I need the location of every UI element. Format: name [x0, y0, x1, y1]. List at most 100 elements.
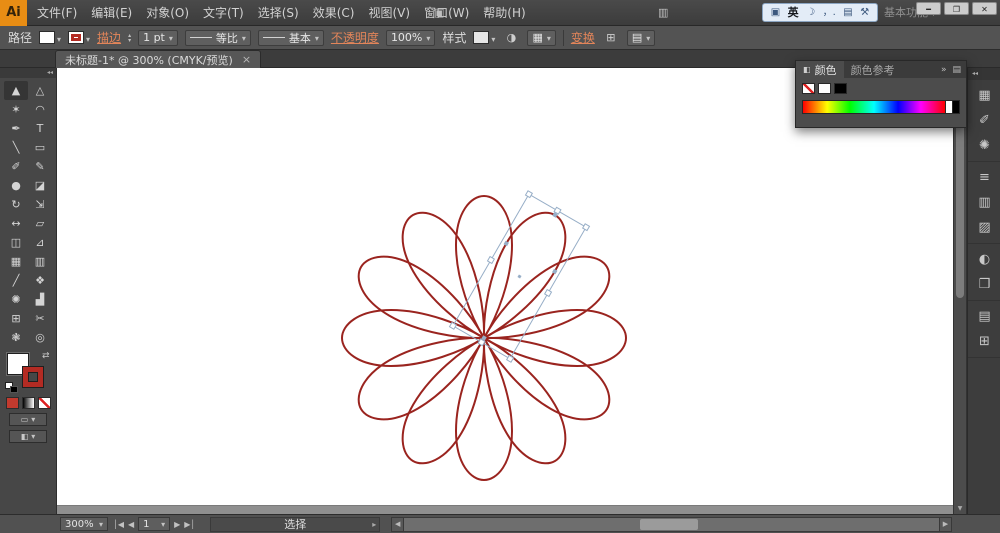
- menu-item-7[interactable]: 视图(V): [361, 0, 417, 26]
- artboards-panel-icon[interactable]: ⊞: [968, 329, 1000, 354]
- slice-tool[interactable]: ✂: [28, 309, 52, 328]
- horizontal-scrollbar[interactable]: ◀ ▶: [391, 516, 952, 532]
- rotate-tool[interactable]: ↻: [4, 195, 28, 214]
- next-artboard-button[interactable]: ▶: [174, 520, 180, 529]
- fill-color-picker[interactable]: [39, 31, 61, 45]
- stroke-weight-select[interactable]: 1 pt: [138, 29, 178, 46]
- previous-artboard-button[interactable]: ◀: [128, 520, 134, 529]
- ime-language-mode[interactable]: 英: [788, 4, 799, 21]
- stroke-swatch[interactable]: [68, 31, 85, 44]
- minimize-button[interactable]: ━: [916, 2, 941, 15]
- symbols-panel-icon[interactable]: ✺: [968, 133, 1000, 158]
- zoom-tool[interactable]: ◎: [28, 328, 52, 347]
- selection-handle[interactable]: [524, 190, 534, 199]
- hand-tool[interactable]: ❃: [4, 328, 28, 347]
- artboard-tool[interactable]: ⊞: [4, 309, 28, 328]
- opacity-panel-link[interactable]: 不透明度: [331, 29, 379, 46]
- magic-wand-tool[interactable]: ✶: [4, 100, 28, 119]
- align-objects-icon[interactable]: ⊞: [602, 30, 620, 46]
- panel-collapse-icon[interactable]: »: [941, 65, 947, 75]
- appearance-panel-icon[interactable]: ◐: [968, 247, 1000, 272]
- paintbrush-tool[interactable]: ✐: [4, 157, 28, 176]
- symbol-sprayer-tool[interactable]: ✺: [4, 290, 28, 309]
- menu-item-8[interactable]: 窗口(W): [417, 0, 476, 26]
- scroll-right-icon[interactable]: ▶: [939, 516, 952, 532]
- none-swatch[interactable]: [802, 83, 815, 94]
- scale-tool[interactable]: ⇲: [28, 195, 52, 214]
- rectangle-tool[interactable]: ▭: [28, 138, 52, 157]
- drawing-modes-button[interactable]: ▭: [9, 413, 47, 426]
- close-button[interactable]: ✕: [972, 2, 997, 15]
- document-tab[interactable]: 未标题-1* @ 300% (CMYK/预览) ×: [55, 50, 262, 68]
- ime-settings-icon[interactable]: ⚒: [860, 4, 869, 21]
- scroll-down-icon[interactable]: ▼: [954, 502, 966, 514]
- graphic-styles-panel-icon[interactable]: ❒: [968, 272, 1000, 297]
- selection-handle[interactable]: [486, 255, 496, 265]
- menu-item-6[interactable]: 效果(C): [306, 0, 362, 26]
- blob-brush-tool[interactable]: ●: [4, 176, 28, 195]
- horizontal-scroll-track[interactable]: [404, 516, 939, 532]
- vertical-scrollbar[interactable]: ▲ ▼: [953, 68, 967, 514]
- panel-menu-icon[interactable]: ▤: [952, 65, 961, 75]
- document-setup-select[interactable]: ▦: [527, 29, 556, 46]
- toolbox-collapse-icon[interactable]: ◂◂: [0, 68, 56, 78]
- direct-selection-tool[interactable]: △: [28, 81, 52, 100]
- color-mode-button[interactable]: [5, 397, 19, 409]
- stroke-color-picker[interactable]: [68, 31, 90, 45]
- artboard-canvas[interactable]: [57, 68, 953, 514]
- ime-language-bar[interactable]: ▣ 英 ☽ ，. ▤ ⚒: [762, 3, 878, 22]
- black-swatch[interactable]: [834, 83, 847, 94]
- width-tool[interactable]: ↔: [4, 214, 28, 233]
- layers-panel-icon[interactable]: ▤: [968, 304, 1000, 329]
- style-swatch[interactable]: [473, 31, 490, 44]
- selection-handle[interactable]: [543, 288, 553, 298]
- menu-item-2[interactable]: 编辑(E): [84, 0, 139, 26]
- screen-mode-button[interactable]: ◧: [9, 430, 47, 443]
- gradient-tool[interactable]: ▥: [28, 252, 52, 271]
- last-artboard-button[interactable]: ▶│: [184, 520, 195, 529]
- eyedropper-tool[interactable]: ╱: [4, 271, 28, 290]
- ime-punctuation-icon[interactable]: ，.: [823, 4, 836, 21]
- restore-button[interactable]: ❐: [944, 2, 969, 15]
- recolor-artwork-icon[interactable]: ◑: [502, 30, 520, 46]
- ime-soft-keyboard-icon[interactable]: ▤: [843, 4, 852, 21]
- perspective-grid-tool[interactable]: ⊿: [28, 233, 52, 252]
- spectrum-white[interactable]: [945, 101, 952, 113]
- none-mode-button[interactable]: [37, 397, 51, 409]
- color-spectrum-bar[interactable]: [802, 100, 960, 114]
- column-graph-tool[interactable]: ▟: [28, 290, 52, 309]
- selection-bounding-box[interactable]: [448, 190, 591, 363]
- gradient-panel-icon[interactable]: ▥: [968, 190, 1000, 215]
- free-transform-tool[interactable]: ▱: [28, 214, 52, 233]
- gradient-mode-button[interactable]: [21, 397, 35, 409]
- spectrum-ramp[interactable]: [803, 101, 945, 113]
- scroll-left-icon[interactable]: ◀: [391, 516, 405, 532]
- stroke-panel-icon[interactable]: ≡: [968, 165, 1000, 190]
- mesh-tool[interactable]: ▦: [4, 252, 28, 271]
- eraser-tool[interactable]: ◪: [28, 176, 52, 195]
- selection-tool[interactable]: ▲: [4, 81, 28, 100]
- arrange-documents-icon[interactable]: ▥: [658, 0, 668, 26]
- ime-fullwidth-icon[interactable]: ☽: [806, 4, 815, 21]
- zoom-level-select[interactable]: 300%: [60, 517, 108, 531]
- brushes-panel-icon[interactable]: ✐: [968, 108, 1000, 133]
- menu-item-4[interactable]: 文字(T): [196, 0, 251, 26]
- ime-input-method-icon[interactable]: ▣: [771, 4, 780, 21]
- shape-builder-tool[interactable]: ◫: [4, 233, 28, 252]
- default-fill-stroke-icon[interactable]: [5, 382, 19, 394]
- fill-swatch[interactable]: [39, 31, 56, 44]
- type-tool[interactable]: T: [28, 119, 52, 138]
- stroke-panel-link[interactable]: 描边: [97, 29, 121, 46]
- white-swatch[interactable]: [818, 83, 831, 94]
- brush-definition-select[interactable]: 基本: [257, 29, 324, 46]
- app-logo[interactable]: Ai: [0, 0, 27, 26]
- bridge-icon[interactable]: ▣: [434, 0, 444, 26]
- blend-tool[interactable]: ❖: [28, 271, 52, 290]
- pencil-tool[interactable]: ✎: [28, 157, 52, 176]
- spectrum-black[interactable]: [952, 101, 959, 113]
- menu-item-9[interactable]: 帮助(H): [476, 0, 532, 26]
- horizontal-scroll-thumb[interactable]: [639, 518, 698, 530]
- line-segment-tool[interactable]: ╲: [4, 138, 28, 157]
- first-artboard-button[interactable]: │◀: [113, 520, 124, 529]
- tab-color-guide[interactable]: 颜色参考: [844, 61, 902, 78]
